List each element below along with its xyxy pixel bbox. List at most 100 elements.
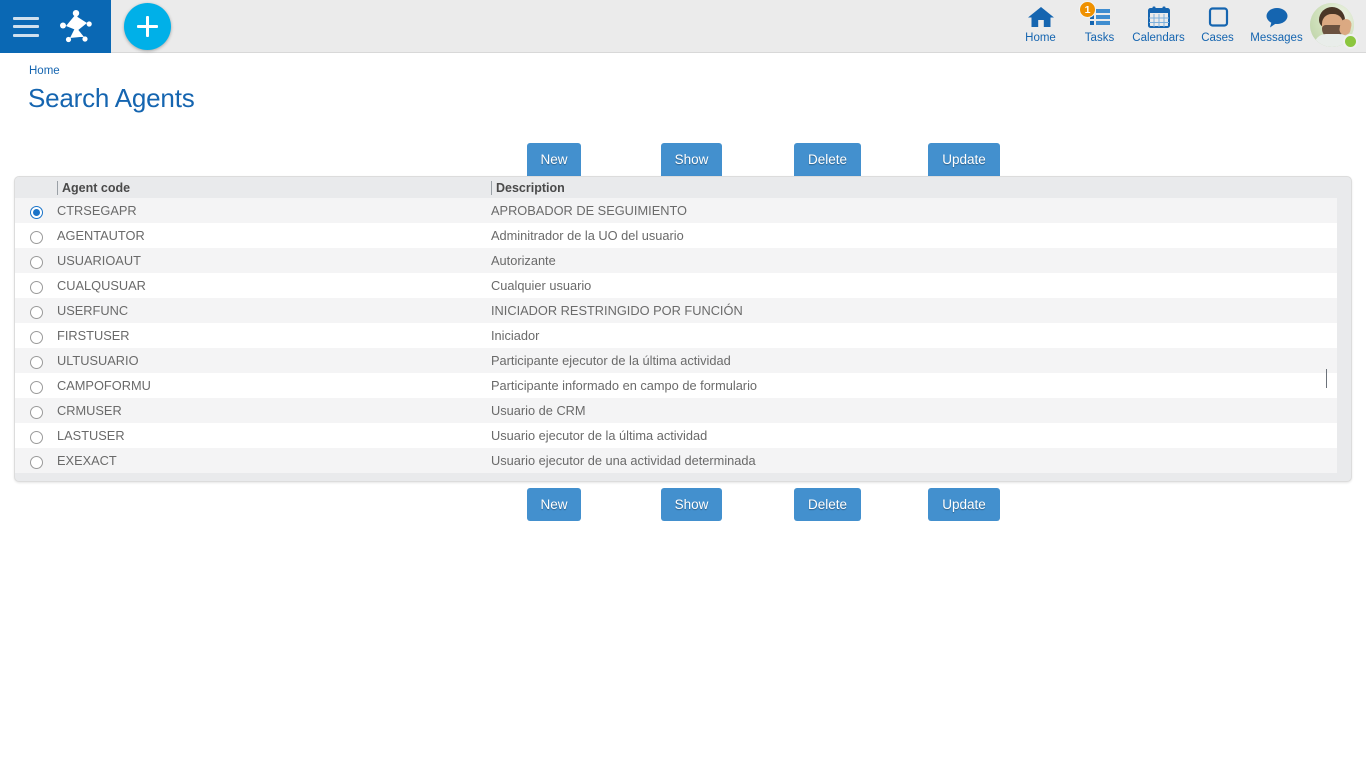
show-button-bottom[interactable]: Show — [661, 488, 722, 521]
header-description[interactable]: Description — [491, 177, 1337, 198]
row-radio-usuarioaut[interactable] — [29, 256, 43, 270]
nav-label-calendars: Calendars — [1132, 32, 1185, 44]
nav-label-messages: Messages — [1250, 32, 1303, 44]
nav-label-tasks: Tasks — [1084, 32, 1115, 44]
row-radio-firstuser[interactable] — [29, 331, 43, 345]
update-button-bottom[interactable]: Update — [928, 488, 1000, 521]
show-button-top[interactable]: Show — [661, 143, 722, 176]
row-radio-exexact[interactable] — [29, 456, 43, 470]
table-row[interactable]: LASTUSER Usuario ejecutor de la última ac… — [15, 423, 1337, 448]
new-button-bottom[interactable]: New — [527, 488, 581, 521]
agents-table: Agent code Description CTRSEGAPR APROBADO… — [15, 177, 1337, 473]
row-radio-ctrsegapr[interactable] — [29, 206, 43, 220]
home-icon — [1027, 4, 1055, 30]
table-row[interactable]: ULTUSUARIO Participante ejecutor de la úl… — [15, 348, 1337, 373]
toolbar-top: New Show Delete Update — [0, 143, 1366, 176]
messages-icon — [1263, 4, 1291, 30]
cell-agent-code: CTRSEGAPR — [57, 198, 491, 223]
row-select-cell — [15, 223, 57, 248]
toolbar-bottom: New Show Delete Update — [0, 488, 1366, 521]
cell-description: Participante informado en campo de formu… — [491, 373, 1337, 398]
cell-agent-code: CUALQUSUAR — [57, 273, 491, 298]
row-radio-crmuser[interactable] — [29, 406, 43, 420]
cell-description: Adminitrador de la UO del usuario — [491, 223, 1337, 248]
table-row[interactable]: FIRSTUSER Iniciador — [15, 323, 1337, 348]
header-agent-code[interactable]: Agent code — [57, 177, 491, 198]
nav-item-tasks[interactable]: 1 Tasks — [1070, 0, 1129, 53]
row-radio-cualqusuar[interactable] — [29, 281, 43, 295]
agents-table-panel: Agent code Description CTRSEGAPR APROBADO… — [14, 176, 1352, 482]
cell-description: Usuario ejecutor de la última actividad — [491, 423, 1337, 448]
row-radio-agentautor[interactable] — [29, 231, 43, 245]
app-logo-icon[interactable] — [56, 7, 96, 47]
nav-item-calendars[interactable]: Calendars — [1129, 0, 1188, 53]
cell-description: Participante ejecutor de la última activ… — [491, 348, 1337, 373]
nav-label-home: Home — [1025, 32, 1056, 44]
cell-agent-code: CRMUSER — [57, 398, 491, 423]
row-select-cell — [15, 398, 57, 423]
cell-description: Usuario ejecutor de una actividad determ… — [491, 448, 1337, 473]
header-select — [15, 177, 57, 198]
cell-agent-code: ULTUSUARIO — [57, 348, 491, 373]
agents-table-body: CTRSEGAPR APROBADOR DE SEGUIMIENTO AGENTAU… — [15, 198, 1337, 473]
cell-description: Cualquier usuario — [491, 273, 1337, 298]
cell-agent-code: USUARIOAUT — [57, 248, 491, 273]
row-radio-userfunc[interactable] — [29, 306, 43, 320]
cell-agent-code: AGENTAUTOR — [57, 223, 491, 248]
hamburger-menu-icon[interactable] — [13, 16, 39, 37]
agents-table-header: Agent code Description — [15, 177, 1337, 198]
cell-description: Usuario de CRM — [491, 398, 1337, 423]
row-select-cell — [15, 298, 57, 323]
tasks-badge-count: 1 — [1079, 1, 1096, 18]
avatar[interactable] — [1310, 3, 1358, 49]
table-row[interactable]: AGENTAUTOR Adminitrador de la UO del usua… — [15, 223, 1337, 248]
nav-item-home[interactable]: Home — [1011, 0, 1070, 53]
row-select-cell — [15, 423, 57, 448]
table-row[interactable]: USUARIOAUT Autorizante — [15, 248, 1337, 273]
row-select-cell — [15, 448, 57, 473]
row-select-cell — [15, 198, 57, 223]
cell-description: Autorizante — [491, 248, 1337, 273]
table-row[interactable]: CAMPOFORMU Participante informado en camp… — [15, 373, 1337, 398]
update-button-top[interactable]: Update — [928, 143, 1000, 176]
cases-icon — [1205, 4, 1231, 30]
status-indicator-online — [1343, 34, 1358, 49]
nav-item-group: Home 1 Tasks Calendars Cases Messages — [1011, 0, 1362, 53]
brand-block — [0, 0, 111, 53]
row-select-cell — [15, 273, 57, 298]
header-description-label: Description — [491, 180, 1337, 195]
nav-item-cases[interactable]: Cases — [1188, 0, 1247, 53]
nav-label-cases: Cases — [1201, 32, 1234, 44]
column-resize-handle[interactable] — [1326, 369, 1327, 388]
cell-description: Iniciador — [491, 323, 1337, 348]
cell-agent-code: FIRSTUSER — [57, 323, 491, 348]
table-header-row: Agent code Description — [15, 177, 1337, 198]
cell-agent-code: EXEXACT — [57, 448, 491, 473]
row-radio-campoformu[interactable] — [29, 381, 43, 395]
delete-button-top[interactable]: Delete — [794, 143, 861, 176]
row-select-cell — [15, 248, 57, 273]
row-select-cell — [15, 323, 57, 348]
table-row[interactable]: EXEXACT Usuario ejecutor de una actividad… — [15, 448, 1337, 473]
cell-agent-code: USERFUNC — [57, 298, 491, 323]
nav-item-messages[interactable]: Messages — [1247, 0, 1306, 53]
table-row[interactable]: CRMUSER Usuario de CRM — [15, 398, 1337, 423]
table-row[interactable]: USERFUNC INICIADOR RESTRINGIDO POR FUNCIÓ… — [15, 298, 1337, 323]
page-title: Search Agents — [28, 83, 195, 113]
add-new-button[interactable] — [124, 3, 171, 50]
table-row[interactable]: CTRSEGAPR APROBADOR DE SEGUIMIENTO — [15, 198, 1337, 223]
row-select-cell — [15, 373, 57, 398]
table-row[interactable]: CUALQUSUAR Cualquier usuario — [15, 273, 1337, 298]
row-radio-lastuser[interactable] — [29, 431, 43, 445]
cell-description: APROBADOR DE SEGUIMIENTO — [491, 198, 1337, 223]
header-agent-code-label: Agent code — [57, 180, 491, 195]
cell-description: INICIADOR RESTRINGIDO POR FUNCIÓN — [491, 298, 1337, 323]
calendar-icon — [1146, 4, 1172, 30]
row-radio-ultusuario[interactable] — [29, 356, 43, 370]
top-navigation-bar: Home 1 Tasks Calendars Cases Messages — [0, 0, 1366, 53]
delete-button-bottom[interactable]: Delete — [794, 488, 861, 521]
cell-agent-code: CAMPOFORMU — [57, 373, 491, 398]
breadcrumb-item-home[interactable]: Home — [29, 65, 60, 77]
cell-agent-code: LASTUSER — [57, 423, 491, 448]
new-button-top[interactable]: New — [527, 143, 581, 176]
